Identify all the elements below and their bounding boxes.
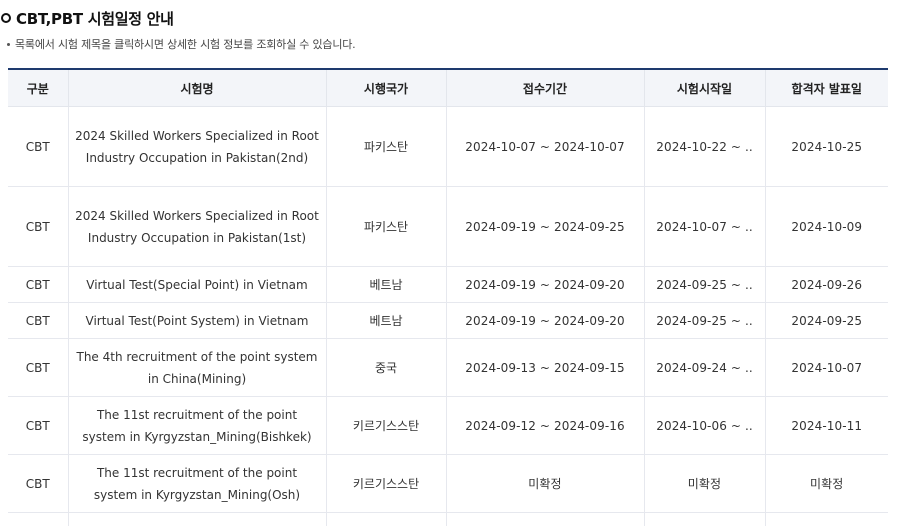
header-announcement-date: 합격자 발표일 bbox=[764, 69, 888, 107]
cell-empty bbox=[67, 512, 327, 526]
exam-schedule-table: 구분 시험명 시행국가 접수기간 시험시작일 합격자 발표일 CBT 2024 … bbox=[8, 68, 888, 526]
cell-announcement-date: 2024-09-26 bbox=[764, 266, 888, 303]
cell-exam-start-date: 2024-09-25 ~ .. bbox=[643, 302, 766, 339]
header-application-period: 접수기간 bbox=[445, 69, 645, 107]
cell-application-period: 2024-10-07 ~ 2024-10-07 bbox=[445, 106, 645, 187]
exam-name-link[interactable]: 2024 Skilled Workers Specialized in Root… bbox=[67, 106, 327, 187]
cell-exam-start-date: 2024-10-06 ~ .. bbox=[643, 396, 766, 455]
cell-country: 파키스탄 bbox=[325, 106, 447, 187]
cell-type: CBT bbox=[8, 186, 69, 267]
description-text: 목록에서 시험 제목을 클릭하시면 상세한 시험 정보를 조회하실 수 있습니다… bbox=[15, 38, 356, 51]
header-exam-name: 시험명 bbox=[67, 69, 327, 107]
cell-empty bbox=[643, 512, 766, 526]
cell-type: CBT bbox=[8, 338, 69, 397]
cell-empty bbox=[8, 512, 69, 526]
cell-exam-start-date: 2024-10-07 ~ .. bbox=[643, 186, 766, 267]
cell-type: CBT bbox=[8, 106, 69, 187]
cell-type: CBT bbox=[8, 302, 69, 339]
cell-country: 중국 bbox=[325, 338, 447, 397]
exam-schedule-section: CBT,PBT 시험일정 안내 목록에서 시험 제목을 클릭하시면 상세한 시험… bbox=[0, 0, 920, 526]
bullet-dot-icon bbox=[7, 42, 10, 46]
cell-announcement-date: 미확정 bbox=[764, 454, 888, 513]
cell-type: CBT bbox=[8, 396, 69, 455]
header-country: 시행국가 bbox=[325, 69, 447, 107]
cell-announcement-date: 2024-10-09 bbox=[764, 186, 888, 267]
table-header-row: 구분 시험명 시행국가 접수기간 시험시작일 합격자 발표일 bbox=[8, 69, 888, 107]
table-row: CBT Virtual Test(Point System) in Vietna… bbox=[8, 302, 888, 339]
cell-type: CBT bbox=[8, 266, 69, 303]
exam-name-link[interactable]: The 11st recruitment of the point system… bbox=[67, 454, 327, 513]
table-row: CBT The 4th recruitment of the point sys… bbox=[8, 338, 888, 397]
cell-exam-start-date: 2024-10-22 ~ .. bbox=[643, 106, 766, 187]
cell-exam-start-date: 2024-09-25 ~ .. bbox=[643, 266, 766, 303]
table-row: CBT The 11st recruitment of the point sy… bbox=[8, 396, 888, 455]
section-description: 목록에서 시험 제목을 클릭하시면 상세한 시험 정보를 조회하실 수 있습니다… bbox=[7, 36, 356, 52]
cell-country: 키르기스스탄 bbox=[325, 454, 447, 513]
cell-country: 베트남 bbox=[325, 266, 447, 303]
table-row-partial bbox=[8, 512, 888, 526]
table-row: CBT The 11st recruitment of the point sy… bbox=[8, 454, 888, 513]
cell-application-period: 2024-09-13 ~ 2024-09-15 bbox=[445, 338, 645, 397]
ring-bullet-icon bbox=[1, 13, 11, 23]
cell-exam-start-date: 2024-09-24 ~ .. bbox=[643, 338, 766, 397]
section-header: CBT,PBT 시험일정 안내 bbox=[0, 7, 174, 29]
exam-name-link[interactable]: The 11st recruitment of the point system… bbox=[67, 396, 327, 455]
cell-empty bbox=[764, 512, 888, 526]
exam-name-link[interactable]: The 4th recruitment of the point system … bbox=[67, 338, 327, 397]
exam-name-link[interactable]: Virtual Test(Special Point) in Vietnam bbox=[67, 266, 327, 303]
cell-announcement-date: 2024-10-07 bbox=[764, 338, 888, 397]
cell-country: 키르기스스탄 bbox=[325, 396, 447, 455]
header-type: 구분 bbox=[8, 69, 69, 107]
cell-application-period: 2024-09-19 ~ 2024-09-25 bbox=[445, 186, 645, 267]
cell-application-period: 2024-09-19 ~ 2024-09-20 bbox=[445, 302, 645, 339]
cell-empty bbox=[325, 512, 447, 526]
cell-empty bbox=[445, 512, 645, 526]
table-row: CBT 2024 Skilled Workers Specialized in … bbox=[8, 106, 888, 187]
exam-name-link[interactable]: 2024 Skilled Workers Specialized in Root… bbox=[67, 186, 327, 267]
cell-country: 파키스탄 bbox=[325, 186, 447, 267]
exam-name-link[interactable]: Virtual Test(Point System) in Vietnam bbox=[67, 302, 327, 339]
cell-exam-start-date: 미확정 bbox=[643, 454, 766, 513]
table-row: CBT 2024 Skilled Workers Specialized in … bbox=[8, 186, 888, 267]
cell-type: CBT bbox=[8, 454, 69, 513]
table-row: CBT Virtual Test(Special Point) in Vietn… bbox=[8, 266, 888, 303]
cell-country: 베트남 bbox=[325, 302, 447, 339]
cell-application-period: 2024-09-12 ~ 2024-09-16 bbox=[445, 396, 645, 455]
header-exam-start-date: 시험시작일 bbox=[643, 69, 766, 107]
cell-announcement-date: 2024-09-25 bbox=[764, 302, 888, 339]
section-title: CBT,PBT 시험일정 안내 bbox=[16, 9, 174, 28]
cell-application-period: 미확정 bbox=[445, 454, 645, 513]
cell-application-period: 2024-09-19 ~ 2024-09-20 bbox=[445, 266, 645, 303]
cell-announcement-date: 2024-10-11 bbox=[764, 396, 888, 455]
cell-announcement-date: 2024-10-25 bbox=[764, 106, 888, 187]
